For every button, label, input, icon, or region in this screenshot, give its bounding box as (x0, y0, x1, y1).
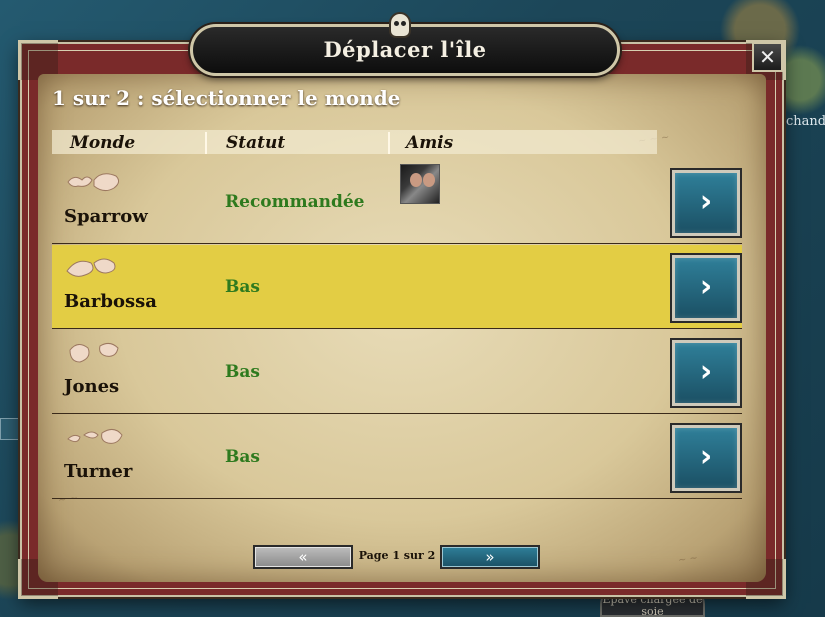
dialog-title: Déplacer l'île (323, 37, 487, 62)
world-status: Recommandée (225, 192, 365, 212)
previous-page-button[interactable]: « (253, 545, 353, 569)
column-header-friends: Amis (406, 133, 454, 153)
world-status: Bas (225, 447, 260, 467)
page-indicator: Page 1 sur 2 (358, 549, 436, 562)
island-map-icon (67, 429, 123, 444)
table-header: Monde Statut Amis (52, 130, 657, 154)
next-page-button[interactable]: » (440, 545, 540, 569)
world-status: Bas (225, 277, 260, 297)
parchment-scribble: ~ ~ (677, 552, 699, 567)
table-row[interactable]: Sparrow Recommandée › (52, 160, 742, 244)
column-header-status: Statut (226, 133, 286, 153)
background-left-icon (0, 418, 20, 440)
table-row[interactable]: Barbossa Bas › (52, 245, 742, 329)
select-world-button[interactable]: › (672, 340, 740, 406)
table-row[interactable]: Turner Bas › (52, 415, 742, 499)
island-map-icon (69, 342, 119, 363)
friend-face (423, 173, 435, 187)
skull-icon (389, 12, 411, 38)
select-world-button[interactable]: › (672, 170, 740, 236)
world-name: Sparrow (64, 206, 148, 227)
column-divider (388, 132, 390, 154)
table-row[interactable]: Jones Bas › (52, 330, 742, 414)
select-world-button[interactable]: › (672, 255, 740, 321)
column-divider (205, 132, 207, 154)
step-title: 1 sur 2 : sélectionner le monde (52, 86, 401, 110)
close-button[interactable]: ✕ (752, 42, 783, 72)
friend-face (410, 173, 422, 187)
world-name: Jones (64, 376, 120, 397)
island-map-icon (67, 173, 120, 192)
world-name: Turner (64, 461, 133, 482)
friend-avatar[interactable] (400, 164, 440, 204)
select-world-button[interactable]: › (672, 425, 740, 491)
background-building-label: chand (786, 114, 825, 129)
world-name: Barbossa (64, 291, 157, 312)
world-status: Bas (225, 362, 260, 382)
column-header-world: Monde (70, 133, 136, 153)
island-map-icon (66, 258, 116, 277)
